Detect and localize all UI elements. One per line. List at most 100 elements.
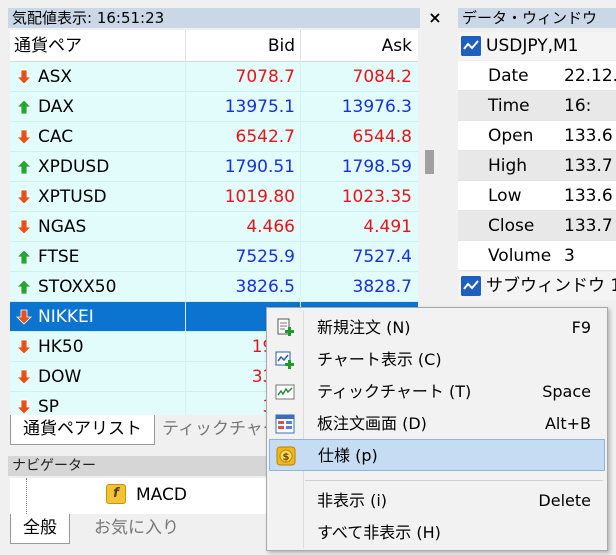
column-header-ask[interactable]: Ask: [300, 30, 418, 62]
data-window-value: 133.7: [564, 156, 613, 176]
symbol-cell: ASX: [38, 67, 73, 87]
data-window-key: Low: [488, 186, 522, 206]
table-row[interactable]: STOXX50 3826.5 3828.7: [10, 272, 418, 302]
symbol-cell: XPTUSD: [38, 187, 107, 207]
close-icon[interactable]: ×: [427, 8, 443, 28]
symbol-cell: DAX: [38, 97, 75, 117]
bid-cell: 3826.5: [185, 272, 300, 302]
arrow-down-icon: [16, 339, 32, 355]
data-window-row: Date 22.12.: [458, 61, 616, 91]
data-window-key: Close: [488, 216, 535, 236]
data-window-row: High 133.7: [458, 151, 616, 181]
svg-text:$: $: [283, 452, 290, 463]
symbol-cell: HK50: [38, 337, 84, 357]
bid-cell: 1019.80: [185, 182, 300, 212]
tab-symbols[interactable]: 通貨ペアリスト: [10, 415, 155, 445]
arrow-down-icon: [16, 369, 32, 385]
ask-cell: 7527.4: [300, 242, 418, 272]
table-header: 通貨ペア Bid Ask: [10, 30, 418, 62]
column-header-bid[interactable]: Bid: [185, 30, 300, 62]
arrow-down-icon: [16, 309, 32, 325]
menu-item-tick-chart[interactable]: ティックチャート (T) Space: [269, 376, 605, 408]
data-window-symbol: USDJPY,M1: [458, 32, 616, 60]
menu-item-shortcut: F9: [571, 318, 591, 337]
table-row[interactable]: NGAS 4.466 4.491: [10, 212, 418, 242]
market-watch-title: 気配値表示: 16:51:23: [8, 8, 420, 28]
menu-item-depth-of-market[interactable]: 板注文画面 (D) Alt+B: [269, 408, 605, 440]
bid-cell: 13975.1: [185, 92, 300, 122]
menu-item-shortcut: Alt+B: [544, 414, 591, 433]
menu-item-shortcut: Space: [542, 382, 591, 401]
ask-cell: 1023.35: [300, 182, 418, 212]
data-window-row: Low 133.6: [458, 181, 616, 211]
menu-item-shortcut: Delete: [538, 491, 591, 510]
subwindow-label: サブウィンドウ 1: [486, 276, 616, 296]
context-menu: 新規注文 (N) F9 チャート表示 (C) ティックチャート (T) Spac…: [266, 307, 608, 551]
data-window-row: Time 16:: [458, 91, 616, 121]
bid-cell: 6542.7: [185, 122, 300, 152]
symbol-cell: STOXX50: [38, 277, 117, 297]
data-window-key: Open: [488, 126, 534, 146]
bid-cell: 7078.7: [185, 62, 300, 92]
table-row[interactable]: DAX 13975.1 13976.3: [10, 92, 418, 122]
ask-cell: 1798.59: [300, 152, 418, 182]
indicator-icon: f: [106, 484, 126, 504]
data-window-subwindow: サブウィンドウ 1: [458, 272, 616, 300]
data-window-value: 22.12.: [564, 66, 616, 86]
arrow-up-icon: [16, 249, 32, 265]
data-window-row: Open 133.6: [458, 121, 616, 151]
arrow-up-icon: [16, 279, 32, 295]
tab-general[interactable]: 全般: [10, 514, 70, 544]
menu-item-label: チャート表示 (C): [317, 350, 442, 369]
scrollbar-thumb[interactable]: [425, 150, 434, 174]
data-window-key: Date: [488, 66, 529, 86]
tree-line: [26, 478, 27, 514]
tab-favorites[interactable]: お気に入り: [82, 514, 191, 544]
arrow-down-icon: [16, 399, 32, 415]
ask-cell: 7084.2: [300, 62, 418, 92]
table-row[interactable]: XPDUSD 1790.51 1798.59: [10, 152, 418, 182]
menu-item-label: 新規注文 (N): [317, 318, 411, 337]
menu-item-hide[interactable]: 非表示 (i) Delete: [269, 485, 605, 517]
data-window-value: 133.7: [564, 216, 613, 236]
data-window-symbol-label: USDJPY,M1: [486, 36, 579, 56]
chart-line-icon: [461, 276, 481, 296]
menu-item-hide-all[interactable]: すべて非表示 (H): [269, 517, 605, 549]
symbol-cell: XPDUSD: [38, 157, 110, 177]
data-window-value: 133.6: [564, 186, 613, 206]
menu-item-label: 非表示 (i): [317, 491, 388, 510]
table-row[interactable]: XPTUSD 1019.80 1023.35: [10, 182, 418, 212]
table-row[interactable]: ASX 7078.7 7084.2: [10, 62, 418, 92]
symbol-cell: SP: [38, 397, 60, 415]
menu-item-label: 板注文画面 (D): [317, 414, 427, 433]
menu-item-new-order[interactable]: 新規注文 (N) F9: [269, 312, 605, 344]
menu-item-specification[interactable]: $ 仕様 (p): [269, 439, 605, 471]
new-order-icon: [277, 318, 294, 336]
column-header-symbol[interactable]: 通貨ペア: [14, 30, 82, 62]
data-window-key: Volume: [488, 246, 552, 266]
table-row[interactable]: CAC 6542.7 6544.8: [10, 122, 418, 152]
ask-cell: 13976.3: [300, 92, 418, 122]
symbol-cell: DOW: [38, 367, 82, 387]
ask-cell: 3828.7: [300, 272, 418, 302]
symbol-cell: CAC: [38, 127, 74, 147]
menu-item-label: 仕様 (p): [318, 446, 378, 465]
chart-line-icon: [461, 36, 481, 56]
symbol-cell: NIKKEI: [38, 307, 94, 327]
symbol-cell: FTSE: [38, 247, 80, 267]
specification-icon: $: [276, 446, 296, 466]
symbol-cell: NGAS: [38, 217, 87, 237]
menu-separator: [305, 480, 603, 481]
data-window-key: Time: [488, 96, 530, 116]
ask-cell: 6544.8: [300, 122, 418, 152]
data-window-value: 3: [564, 246, 575, 266]
menu-item-chart-window[interactable]: チャート表示 (C): [269, 344, 605, 376]
bid-cell: 4.466: [185, 212, 300, 242]
menu-item-label: すべて非表示 (H): [317, 523, 441, 542]
navigator-item-macd[interactable]: MACD: [136, 484, 187, 506]
table-row[interactable]: FTSE 7525.9 7527.4: [10, 242, 418, 272]
arrow-down-icon: [16, 129, 32, 145]
data-window-value: 16:: [564, 96, 592, 116]
tick-chart-icon: [275, 384, 295, 400]
bid-cell: 7525.9: [185, 242, 300, 272]
